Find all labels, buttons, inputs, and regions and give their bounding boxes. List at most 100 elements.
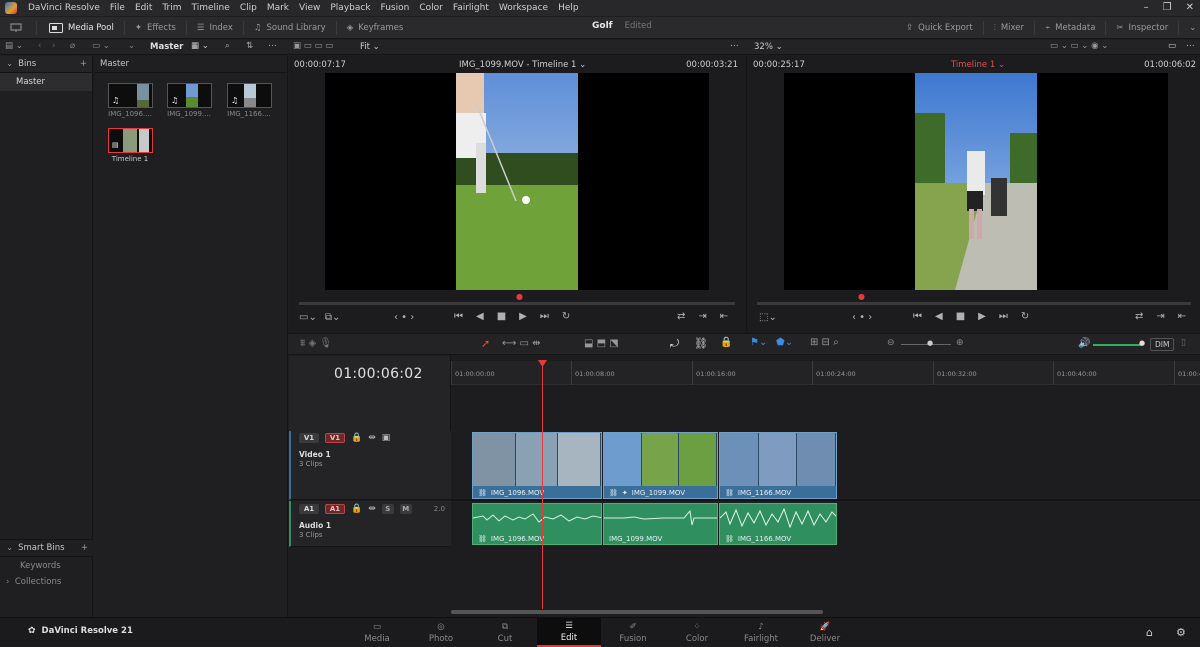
metadata-button[interactable]: ⌁ Metadata: [1045, 23, 1095, 33]
zoom-slider-handle[interactable]: ●: [927, 339, 933, 347]
clip-thumbnail[interactable]: ♫: [167, 83, 212, 108]
loop-icon[interactable]: ↻: [562, 311, 570, 322]
mark-out-icon[interactable]: ⇤: [720, 311, 728, 322]
home-icon[interactable]: ⌂: [1146, 626, 1153, 639]
timeline-ruler[interactable]: 01:00:00:00 01:00:08:00 01:00:16:00 01:0…: [451, 361, 1200, 385]
source-jog-control[interactable]: ‹ • ›: [394, 312, 414, 323]
stop-icon[interactable]: ■: [497, 311, 506, 322]
insert-overwrite-icon[interactable]: ⬓ ⬒ ⬔: [584, 338, 619, 349]
audio-clip[interactable]: ⛓ IMG_1166.MOV: [719, 503, 837, 545]
page-fusion[interactable]: ✐ Fusion: [601, 618, 665, 647]
menu-fusion[interactable]: Fusion: [376, 3, 415, 13]
source-scrubber[interactable]: [299, 302, 735, 305]
zoom-slider[interactable]: [901, 344, 951, 345]
timeline-jog-control[interactable]: ‹ • ›: [852, 312, 872, 323]
nav-back-icon[interactable]: ‹: [38, 41, 41, 51]
app-menu[interactable]: DaVinci Resolve: [23, 3, 105, 13]
audio-track-header[interactable]: A1 A1 🔒 ⇹ S M 2.0 Audio 1 3 Clips: [289, 501, 451, 547]
add-bin-icon[interactable]: +: [80, 59, 87, 69]
mark-out-icon[interactable]: ⇤: [1178, 311, 1186, 322]
expand-icon[interactable]: ›: [6, 577, 9, 587]
skip-forward-icon[interactable]: ⏭: [999, 311, 1008, 322]
mixer-button[interactable]: ⫶ Mixer: [994, 23, 1024, 33]
video-track-header[interactable]: V1 V1 🔒 ⇹ ▣ Video 1 3 Clips: [289, 431, 451, 500]
auto-select-icon[interactable]: ⇹: [368, 504, 376, 514]
auto-select-icon[interactable]: ⇹: [368, 433, 376, 443]
expand-panel-icon[interactable]: ⌄: [1189, 23, 1196, 33]
page-cut[interactable]: ⧉ Cut: [473, 618, 537, 647]
marker-icon[interactable]: ⬟⌄: [776, 337, 793, 348]
skip-back-icon[interactable]: ⏮: [913, 311, 922, 322]
page-fairlight[interactable]: ♪ Fairlight: [729, 618, 793, 647]
timeline-scrubber[interactable]: [757, 302, 1191, 305]
zoom-in-icon[interactable]: ⊕: [956, 338, 964, 348]
loop-icon[interactable]: ↻: [1021, 311, 1029, 322]
track-lock-icon[interactable]: 🔒: [351, 433, 362, 443]
volume-slider[interactable]: [1093, 344, 1141, 346]
page-edit[interactable]: ☰ Edit: [537, 618, 601, 647]
collapse-bins-icon[interactable]: ⌄: [6, 59, 13, 69]
add-smart-bin-icon[interactable]: +: [81, 543, 88, 553]
source-playhead-icon[interactable]: ●: [516, 292, 523, 301]
match-frame-icon[interactable]: ⇄: [677, 311, 685, 322]
timeline-thumbnail[interactable]: ▤: [108, 128, 153, 153]
play-reverse-icon[interactable]: ◀: [935, 311, 943, 322]
destination-v1-badge[interactable]: V1: [325, 433, 345, 443]
audio-clip[interactable]: ⛓ IMG_1096.MOV: [472, 503, 602, 545]
play-icon[interactable]: ▶: [978, 311, 986, 322]
flag-icon[interactable]: ⚑⌄: [750, 337, 767, 348]
audio-clip[interactable]: IMG_1099.MOV: [603, 503, 718, 545]
clip-thumbnail[interactable]: ♫: [227, 83, 272, 108]
menu-playback[interactable]: Playback: [325, 3, 375, 13]
menu-help[interactable]: Help: [553, 3, 584, 13]
close-icon[interactable]: ✕: [1186, 2, 1194, 13]
position-lock-icon[interactable]: 🔒: [720, 337, 732, 348]
viewer-more-icon[interactable]: ⋯: [1186, 41, 1195, 51]
sort-icon[interactable]: ⇅: [246, 41, 253, 51]
search-icon[interactable]: ⌕: [225, 41, 230, 51]
menu-fairlight[interactable]: Fairlight: [448, 3, 494, 13]
zoom-out-icon[interactable]: ⊖: [887, 338, 895, 348]
menu-file[interactable]: File: [105, 3, 130, 13]
zoom-tools-icon[interactable]: ⊞ ⊟ ⌕: [810, 337, 839, 348]
timeline-playhead[interactable]: [542, 361, 543, 609]
bin-item-master[interactable]: Master: [0, 73, 92, 91]
mark-in-icon[interactable]: ⇥: [1156, 311, 1164, 322]
play-reverse-icon[interactable]: ◀: [476, 311, 484, 322]
timeline-title-dropdown[interactable]: Timeline 1 ⌄: [951, 56, 1005, 73]
menu-trim[interactable]: Trim: [157, 3, 186, 13]
page-color[interactable]: ⁘ Color: [665, 618, 729, 647]
source-video-frame[interactable]: [325, 73, 709, 290]
view-options-icon[interactable]: ▭ ⌄: [92, 41, 110, 51]
page-deliver[interactable]: 🚀 Deliver: [793, 618, 857, 647]
minimize-icon[interactable]: –: [1144, 2, 1149, 13]
video-track-name[interactable]: Video 1: [299, 450, 331, 459]
track-visibility-icon[interactable]: ▣: [382, 433, 391, 443]
source-clip-title[interactable]: IMG_1099.MOV - Timeline 1 ⌄: [459, 56, 586, 73]
viewer-layout-icon[interactable]: ▭ ⌄ ▭ ⌄ ◉ ⌄: [1050, 41, 1108, 51]
video-clip[interactable]: ⛓ IMG_1096.MOV: [472, 432, 602, 499]
fullscreen-icon[interactable]: ▭: [1168, 41, 1176, 51]
effects-button[interactable]: ✦ Effects: [135, 23, 176, 33]
timeline-view-options-icon[interactable]: ⩩ ◈ 🎙: [300, 338, 332, 349]
solo-button[interactable]: S: [381, 504, 394, 514]
workspace-layout-icon[interactable]: [10, 23, 22, 33]
menu-view[interactable]: View: [294, 3, 325, 13]
play-icon[interactable]: ▶: [519, 311, 527, 322]
video-clip[interactable]: ⛓ ✦ IMG_1099.MOV: [603, 432, 718, 499]
toggle-bins-icon[interactable]: ▤ ⌄: [5, 41, 23, 51]
snapping-icon[interactable]: ⤾: [670, 337, 679, 351]
media-pool-button[interactable]: Media Pool: [49, 22, 114, 33]
smart-bin-keywords[interactable]: Keywords: [0, 557, 93, 575]
skip-forward-icon[interactable]: ⏭: [540, 311, 549, 322]
nav-forward-icon[interactable]: ›: [52, 41, 55, 51]
mark-in-icon[interactable]: ⇥: [698, 311, 706, 322]
dim-button[interactable]: DIM: [1150, 338, 1175, 351]
video-clip[interactable]: ⛓ IMG_1166.MOV: [719, 432, 837, 499]
smart-bin-collections[interactable]: › Collections: [0, 575, 93, 593]
edit-tools-icon[interactable]: ⟷ ▭ ⇹: [502, 338, 541, 349]
menu-clip[interactable]: Clip: [235, 3, 262, 13]
stop-icon[interactable]: ■: [956, 311, 965, 322]
keyframes-button[interactable]: ◈ Keyframes: [347, 23, 404, 33]
page-media[interactable]: ▭ Media: [345, 618, 409, 647]
